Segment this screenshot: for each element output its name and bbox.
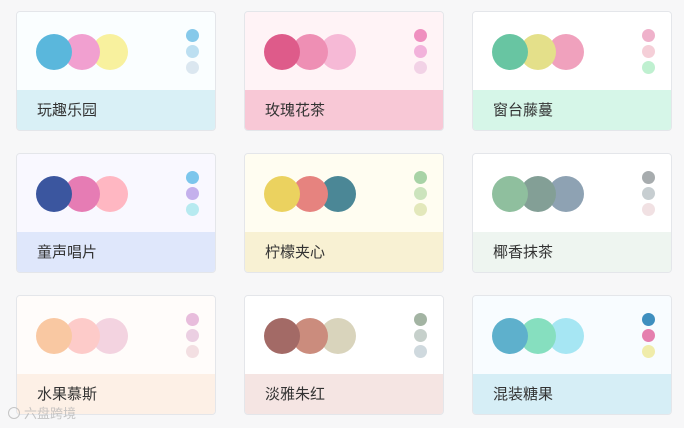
palette-accent-dot bbox=[414, 313, 427, 326]
palette-color-circle bbox=[492, 176, 528, 212]
palette-card[interactable]: 椰香抹茶 bbox=[472, 153, 672, 273]
watermark-logo-icon bbox=[8, 406, 20, 419]
palette-card[interactable]: 水果慕斯 bbox=[16, 295, 216, 415]
palette-accent-dot bbox=[414, 203, 427, 216]
palette-swatch-area bbox=[245, 154, 443, 234]
palette-gallery: 玩趣乐园 玫瑰花茶 窗台藤蔓童声唱片 柠檬夹心 椰香抹茶水果慕斯 淡雅朱红 混装糖果 六盘跨… bbox=[0, 0, 684, 428]
palette-accent-dot bbox=[642, 313, 655, 326]
palette-accent-dot bbox=[186, 313, 199, 326]
palette-accent-dot bbox=[642, 61, 655, 74]
palette-accent-dot bbox=[642, 187, 655, 200]
palette-accent-dot bbox=[186, 45, 199, 58]
palette-accent-dot bbox=[642, 45, 655, 58]
palette-card[interactable]: 淡雅朱红 bbox=[244, 295, 444, 415]
palette-swatch-area bbox=[245, 296, 443, 376]
palette-color-circle bbox=[36, 176, 72, 212]
palette-color-circle bbox=[264, 176, 300, 212]
palette-swatch-area bbox=[473, 154, 671, 234]
palette-accent-dot bbox=[642, 203, 655, 216]
palette-color-circle bbox=[492, 318, 528, 354]
palette-name: 混装糖果 bbox=[473, 374, 671, 414]
palette-card[interactable]: 玩趣乐园 bbox=[16, 11, 216, 131]
palette-swatch-area bbox=[245, 12, 443, 92]
palette-accent-dot bbox=[186, 187, 199, 200]
palette-accent-dot bbox=[186, 203, 199, 216]
palette-name: 柠檬夹心 bbox=[245, 232, 443, 272]
palette-name: 童声唱片 bbox=[17, 232, 215, 272]
palette-swatch-area bbox=[473, 12, 671, 92]
palette-name: 玩趣乐园 bbox=[17, 90, 215, 130]
palette-color-circle bbox=[36, 34, 72, 70]
palette-card[interactable]: 柠檬夹心 bbox=[244, 153, 444, 273]
palette-color-circle bbox=[264, 318, 300, 354]
palette-accent-dot bbox=[642, 171, 655, 184]
palette-accent-dot bbox=[414, 61, 427, 74]
palette-card[interactable]: 窗台藤蔓 bbox=[472, 11, 672, 131]
palette-accent-dot bbox=[414, 171, 427, 184]
palette-accent-dot bbox=[642, 345, 655, 358]
palette-card[interactable]: 童声唱片 bbox=[16, 153, 216, 273]
palette-accent-dot bbox=[414, 329, 427, 342]
watermark-text: 六盘跨境 bbox=[24, 407, 77, 422]
palette-card[interactable]: 混装糖果 bbox=[472, 295, 672, 415]
palette-color-circle bbox=[492, 34, 528, 70]
palette-name: 淡雅朱红 bbox=[245, 374, 443, 414]
palette-accent-dot bbox=[186, 171, 199, 184]
palette-accent-dot bbox=[414, 45, 427, 58]
palette-swatch-area bbox=[17, 154, 215, 234]
palette-name: 玫瑰花茶 bbox=[245, 90, 443, 130]
palette-accent-dot bbox=[186, 345, 199, 358]
palette-accent-dot bbox=[414, 29, 427, 42]
palette-swatch-area bbox=[17, 296, 215, 376]
palette-accent-dot bbox=[414, 187, 427, 200]
palette-accent-dot bbox=[186, 29, 199, 42]
palette-accent-dot bbox=[642, 29, 655, 42]
palette-swatch-area bbox=[473, 296, 671, 376]
palette-name: 椰香抹茶 bbox=[473, 232, 671, 272]
palette-color-circle bbox=[264, 34, 300, 70]
palette-accent-dot bbox=[642, 329, 655, 342]
palette-accent-dot bbox=[414, 345, 427, 358]
palette-accent-dot bbox=[186, 61, 199, 74]
palette-color-circle bbox=[36, 318, 72, 354]
palette-name: 窗台藤蔓 bbox=[473, 90, 671, 130]
watermark: 六盘跨境 bbox=[8, 403, 76, 422]
palette-accent-dot bbox=[186, 329, 199, 342]
palette-card[interactable]: 玫瑰花茶 bbox=[244, 11, 444, 131]
palette-swatch-area bbox=[17, 12, 215, 92]
